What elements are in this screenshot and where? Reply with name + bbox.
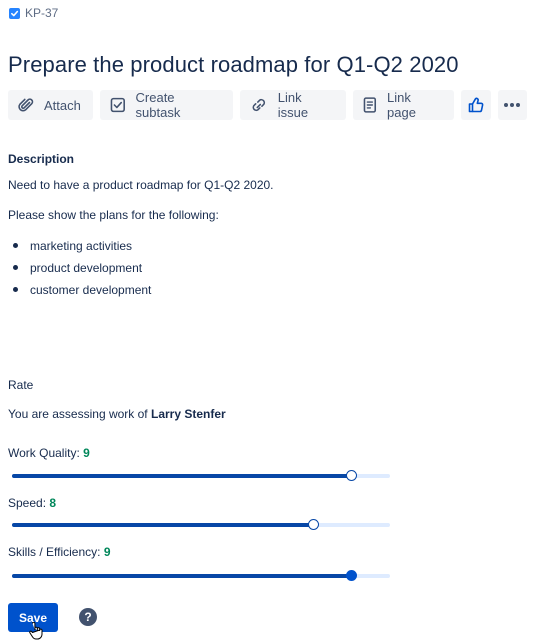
skills-efficiency-slider[interactable] (12, 570, 390, 582)
work-quality-slider[interactable] (12, 470, 390, 482)
speed-label: Speed: 8 (8, 496, 56, 510)
description-list: marketing activities product development… (10, 238, 151, 304)
speed-slider[interactable] (12, 519, 390, 531)
link-issue-label: Link issue (277, 90, 309, 120)
paperclip-icon (18, 98, 34, 112)
link-page-button[interactable]: Link page (353, 90, 455, 120)
list-item: marketing activities (10, 238, 151, 260)
criterion-score: 8 (49, 496, 57, 510)
thumbs-up-icon (468, 97, 484, 113)
slider-fill (12, 474, 353, 478)
slider-thumb[interactable] (346, 570, 358, 581)
issue-toolbar: Attach Create subtask Link issue Link pa… (8, 90, 534, 120)
slider-thumb[interactable] (346, 470, 358, 481)
description-line-1: Need to have a product roadmap for Q1-Q2… (8, 178, 274, 192)
skills-efficiency-label: Skills / Efficiency: 9 (8, 545, 111, 559)
subtask-icon (110, 97, 125, 113)
issue-key-label: KP-37 (25, 6, 59, 20)
page-icon (363, 97, 377, 113)
criterion-label: Speed: (8, 496, 47, 510)
more-icon (504, 103, 521, 107)
assessee-name: Larry Stenfer (150, 407, 226, 421)
link-icon (252, 98, 266, 112)
like-button[interactable] (461, 90, 491, 120)
attach-label: Attach (44, 97, 81, 113)
criterion-label: Skills / Efficiency: (8, 545, 101, 559)
issue-title[interactable]: Prepare the product roadmap for Q1-Q2 20… (8, 52, 459, 78)
work-quality-label: Work Quality: 9 (8, 446, 90, 460)
issue-key[interactable]: KP-37 (9, 5, 58, 21)
criterion-label: Work Quality: (8, 446, 80, 460)
description-line-2: Please show the plans for the following: (8, 208, 219, 222)
slider-fill (12, 523, 315, 527)
criterion-score: 9 (83, 446, 90, 460)
checkbox-icon (9, 7, 20, 19)
slider-fill (12, 574, 353, 578)
criterion-score: 9 (103, 545, 111, 559)
link-issue-button[interactable]: Link issue (240, 90, 347, 120)
attach-button[interactable]: Attach (8, 90, 93, 120)
link-page-label: Link page (387, 90, 416, 120)
slider-thumb[interactable] (308, 519, 320, 530)
description-heading: Description (8, 152, 75, 166)
list-item: customer development (10, 282, 151, 304)
more-actions-button[interactable] (497, 90, 527, 120)
help-icon[interactable]: ? (79, 608, 97, 626)
create-subtask-button[interactable]: Create subtask (99, 90, 234, 120)
rate-heading: Rate (8, 378, 34, 392)
create-subtask-label: Create subtask (135, 90, 181, 120)
assess-text: You are assessing work of Larry Stenfer (8, 407, 226, 421)
assess-prefix: You are assessing work of (8, 407, 148, 421)
hand-cursor-icon (29, 622, 43, 640)
list-item: product development (10, 260, 151, 282)
